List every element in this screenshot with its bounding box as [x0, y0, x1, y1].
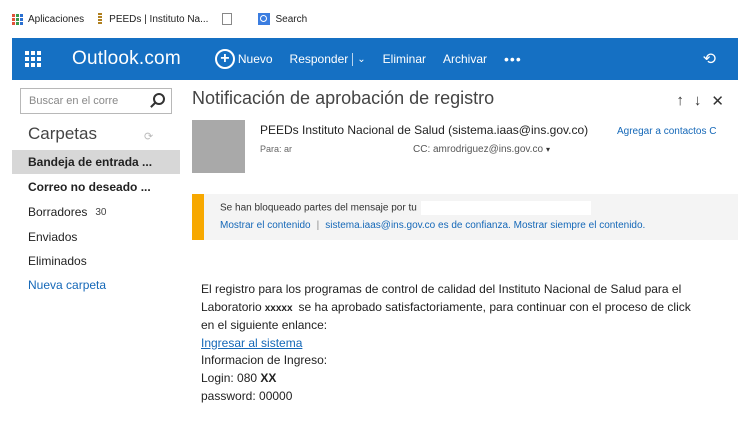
undo-icon[interactable]: ⟲ [703, 49, 716, 69]
search-input[interactable]: Buscar en el corre [20, 88, 172, 114]
folder-label: Borradores [28, 205, 88, 219]
body-line: El registro para los programas de contro… [201, 282, 682, 296]
archive-label: Archivar [443, 52, 488, 66]
folder-label: Bandeja de entrada ... [28, 155, 153, 169]
blocked-notice-text: Se han bloqueado partes del mensaje por … [220, 202, 417, 214]
redacted-lab-name: xxxxx [264, 302, 293, 314]
sidebar-item-inbox[interactable]: Bandeja de entrada ... [12, 150, 180, 174]
login-line: Login: 080 XX [201, 370, 737, 388]
delete-label: Eliminar [382, 52, 426, 66]
folder-count: 30 [95, 206, 107, 218]
bookmark-label: Search [275, 13, 308, 25]
sidebar-item-junk[interactable]: Correo no deseado ... [12, 175, 180, 199]
cc-recipients: CC: amrodriguez@ins.gov.co ▾ [413, 144, 550, 155]
blocked-notice: Se han bloqueado partes del mensaje por … [220, 201, 591, 215]
folder-pane: Buscar en el corre Carpetas ⟳ Bandeja de… [12, 80, 180, 424]
folders-title: Carpetas [28, 124, 97, 143]
search-icon [258, 13, 271, 25]
new-button[interactable]: + Nuevo [214, 49, 273, 69]
login-redacted: XX [260, 370, 277, 385]
avatar [192, 120, 245, 173]
link-separator: | [316, 220, 320, 231]
block-links: Mostrar el contenido | sistema.iaas@ins.go… [220, 220, 645, 231]
close-icon[interactable]: ✕ [711, 92, 724, 110]
search-placeholder: Buscar en el corre [29, 95, 119, 107]
delete-button[interactable]: Eliminar [383, 52, 426, 66]
login-text: Login: 080 [201, 370, 258, 385]
blocked-content-banner: Se han bloqueado partes del mensaje por … [192, 194, 738, 240]
waffle-icon [25, 51, 41, 67]
login-system-link[interactable]: Ingresar al sistema [201, 336, 302, 350]
app-launcher-button[interactable] [12, 38, 54, 80]
folder-label: Enviados [28, 230, 78, 244]
bookmark-aplicaciones[interactable]: Aplicaciones [12, 13, 85, 25]
more-button[interactable]: ••• [504, 51, 522, 67]
sidebar-item-deleted[interactable]: Eliminados [12, 249, 180, 273]
body-line: en el siguiente enlance: [201, 318, 328, 333]
peeds-icon [98, 13, 103, 25]
cc-text: CC: amrodriguez@ins.gov.co [413, 144, 544, 155]
add-to-contacts-link[interactable]: Agregar a contactos C [617, 126, 738, 137]
new-folder-link[interactable]: Nueva carpeta [12, 273, 180, 297]
bookmark-label: Aplicaciones [28, 13, 85, 25]
show-content-link[interactable]: Mostrar el contenido [220, 220, 311, 231]
brand-title[interactable]: Outlook.com [72, 48, 181, 70]
chevron-down-icon[interactable]: ⌄ [357, 54, 365, 65]
arrow-down-icon[interactable]: ↓ [694, 92, 702, 110]
folder-label: Correo no deseado ... [28, 180, 151, 194]
bookmarks-bar: Aplicaciones PEEDs | Instituto Na... Sea… [0, 0, 738, 38]
to-recipients: Para: ar [260, 144, 293, 154]
password-line: password: 00000 [201, 388, 293, 403]
reading-pane: Notificación de aprobación de registro ↑… [180, 80, 738, 424]
new-label: Nuevo [237, 52, 273, 66]
message-nav: ↑ ↓ ✕ [676, 92, 724, 110]
body-text: Laboratorio [201, 299, 262, 314]
message-body: El registro para los programas de contro… [201, 281, 737, 405]
reply-button[interactable]: Responder ⌄ [290, 52, 366, 66]
bookmark-peeds[interactable]: PEEDs | Instituto Na... [98, 13, 208, 25]
trust-sender-link[interactable]: sistema.iaas@ins.gov.co es de confianza.… [325, 220, 645, 231]
sidebar-item-sent[interactable]: Enviados [12, 225, 180, 249]
body-text: se ha aprobado satisfactoriamente, para … [298, 299, 691, 314]
plus-circle-icon: + [214, 49, 235, 69]
sync-icon[interactable]: ⟳ [144, 130, 153, 143]
reply-label: Responder [289, 52, 349, 66]
apps-grid-icon [12, 13, 23, 25]
sender-name: PEEDs Instituto Nacional de Salud (siste… [260, 123, 589, 137]
search-icon[interactable] [153, 93, 165, 105]
divider [352, 52, 354, 66]
redacted-area [420, 201, 591, 215]
chevron-down-icon[interactable]: ▾ [546, 145, 550, 154]
message-subject: Notificación de aprobación de registro [192, 88, 495, 108]
sidebar-item-drafts[interactable]: Borradores 30 [12, 200, 180, 224]
archive-button[interactable]: Archivar [443, 52, 487, 66]
folder-label: Eliminados [28, 254, 87, 268]
body-line: Laboratorio xxxxx se ha aprobado satisfact… [201, 299, 737, 318]
body-line: Informacion de Ingreso: [201, 353, 328, 368]
bookmark-search[interactable]: Search [258, 13, 307, 25]
bookmark-label: PEEDs | Instituto Na... [109, 13, 209, 25]
outlook-topbar: Outlook.com + Nuevo Responder ⌄ Eliminar… [12, 38, 738, 80]
folder-label: Nueva carpeta [28, 278, 107, 292]
page-icon [222, 13, 233, 25]
arrow-up-icon[interactable]: ↑ [676, 92, 684, 110]
bookmark-page[interactable] [222, 13, 244, 25]
